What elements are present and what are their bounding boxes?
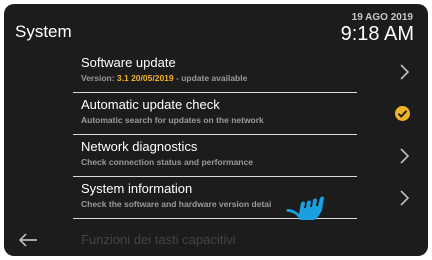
- menu-item-description: Check the software and hardware version …: [81, 199, 272, 209]
- menu-item-partial[interactable]: Funzioni dei tasti capacitivi: [81, 232, 236, 247]
- back-arrow-icon[interactable]: [18, 232, 38, 248]
- checkmark-icon[interactable]: [395, 106, 410, 121]
- menu-item-description: Check connection status and performance: [81, 157, 253, 167]
- time-display: 9:18 AM: [340, 23, 414, 45]
- menu-item-system-information[interactable]: System information Check the software an…: [73, 177, 416, 219]
- version-suffix: - update available: [173, 73, 248, 83]
- menu-item-software-update[interactable]: Software update Version: 3.1 20/05/2019 …: [73, 51, 416, 93]
- date-display: 19 AGO 2019: [351, 12, 413, 23]
- menu-item-description: Automatic search for updates on the netw…: [81, 115, 264, 125]
- menu-item-label: Software update: [81, 55, 176, 70]
- page-title: System: [15, 22, 72, 41]
- chevron-right-icon: [400, 148, 410, 164]
- chevron-right-icon: [400, 190, 410, 206]
- version-value: 3.1 20/05/2019: [116, 73, 174, 83]
- menu-item-label: System information: [81, 181, 193, 196]
- menu-item-description: Version: 3.1 20/05/2019 - update availab…: [81, 73, 247, 83]
- hand-pointer-icon: [286, 196, 324, 220]
- chevron-right-icon: [400, 64, 410, 80]
- screen: System 19 AGO 2019 9:18 AM Software upda…: [4, 4, 428, 256]
- menu-item-label: Network diagnostics: [81, 139, 198, 154]
- menu-item-label: Automatic update check: [81, 97, 220, 112]
- version-prefix: Version:: [81, 73, 117, 83]
- menu-item-automatic-update-check[interactable]: Automatic update check Automatic search …: [73, 93, 416, 135]
- menu-item-network-diagnostics[interactable]: Network diagnostics Check connection sta…: [73, 135, 416, 177]
